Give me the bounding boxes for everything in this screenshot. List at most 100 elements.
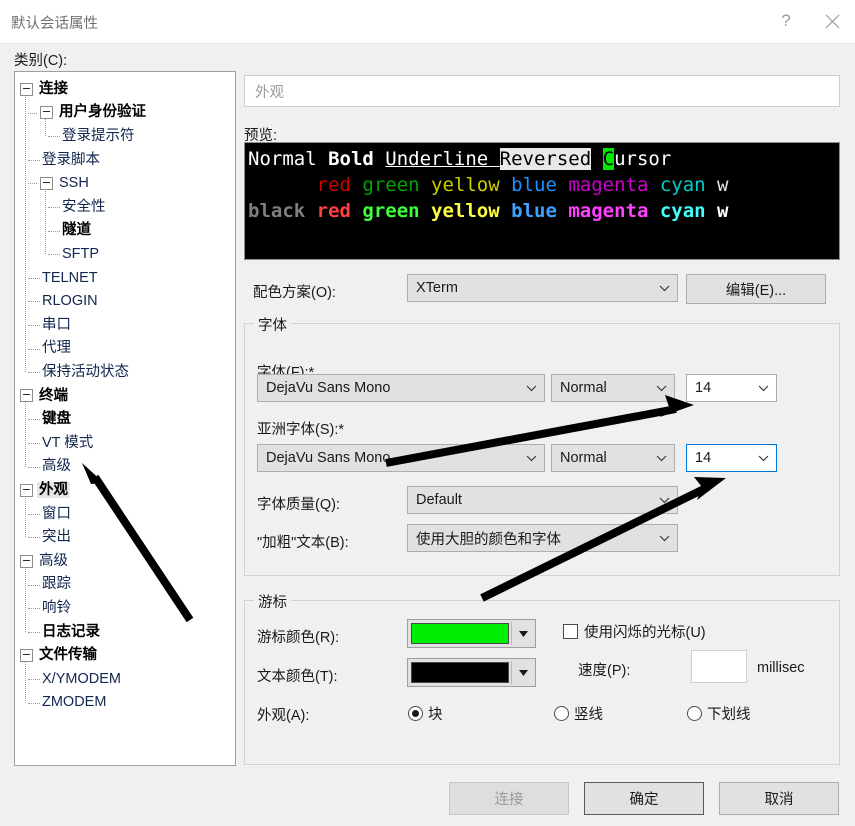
- color-scheme-label: 配色方案(O):: [253, 285, 336, 301]
- tree-item[interactable]: 终端: [20, 385, 70, 407]
- blink-cursor-label: 使用闪烁的光标(U): [584, 625, 706, 641]
- collapse-expander-icon[interactable]: [20, 554, 33, 568]
- edit-scheme-button[interactable]: 编辑(E)...: [686, 274, 826, 304]
- tree-item[interactable]: 用户身份验证: [40, 102, 148, 124]
- color-scheme-value: XTerm: [416, 280, 458, 296]
- tree-item[interactable]: 登录提示符: [60, 125, 137, 147]
- tree-item[interactable]: 隧道: [60, 220, 93, 242]
- tree-connector: [28, 372, 40, 374]
- chevron-down-icon: [518, 455, 544, 462]
- cursor-color-picker[interactable]: [407, 619, 536, 648]
- tree-item[interactable]: 外观: [20, 479, 70, 501]
- chevron-down-icon: [651, 497, 677, 504]
- tree-item[interactable]: 保持活动状态: [40, 361, 131, 383]
- tree-item[interactable]: 键盘: [40, 408, 73, 430]
- tree-item-label: 登录脚本: [42, 151, 100, 168]
- font-quality-label: 字体质量(Q):: [257, 497, 340, 513]
- collapse-expander-icon[interactable]: [20, 82, 33, 96]
- preview-text-segment: w: [717, 174, 729, 196]
- font-quality-value: Default: [416, 492, 462, 508]
- cursor-shape-block-radio[interactable]: 块: [408, 703, 443, 724]
- tree-item[interactable]: RLOGIN: [40, 290, 100, 312]
- collapse-expander-icon[interactable]: [20, 483, 33, 497]
- tree-item[interactable]: 跟踪: [40, 574, 73, 596]
- tree-connector: [45, 189, 46, 255]
- tree-item[interactable]: 代理: [40, 338, 73, 360]
- tree-item-label: 高级: [42, 458, 71, 475]
- font-quality-select[interactable]: Default: [407, 486, 678, 514]
- preview-text-segment: green: [362, 174, 432, 196]
- category-tree[interactable]: 连接 用户身份验证登录提示符登录脚本 SSH 安全性 隧道 SFTP TELNET RLOGI…: [14, 71, 236, 766]
- close-icon: [825, 14, 839, 28]
- tree-item-label: SFTP: [62, 245, 100, 262]
- tree-item[interactable]: 登录脚本: [40, 149, 102, 171]
- tree-item-label: 窗口: [42, 505, 71, 522]
- font-size-select[interactable]: 14: [686, 374, 777, 402]
- tree-item[interactable]: 高级: [40, 456, 73, 478]
- collapse-expander-icon[interactable]: [20, 648, 33, 662]
- collapse-expander-icon[interactable]: [40, 176, 53, 190]
- blink-speed-input[interactable]: [691, 650, 747, 683]
- tree-item[interactable]: X/YMODEM: [40, 668, 123, 690]
- tree-item[interactable]: SFTP: [60, 243, 101, 265]
- tree-item[interactable]: VT 模式: [40, 432, 95, 454]
- tree-item[interactable]: ZMODEM: [40, 692, 108, 714]
- connect-button[interactable]: 连接: [449, 782, 569, 815]
- tree-item[interactable]: SSH: [40, 172, 91, 194]
- tree-item[interactable]: 突出: [40, 526, 73, 548]
- radio-box: [687, 706, 702, 721]
- tree-item[interactable]: 连接: [20, 78, 70, 100]
- asian-font-family-select[interactable]: DejaVu Sans Mono: [257, 444, 545, 472]
- tree-item[interactable]: 安全性: [60, 196, 108, 218]
- tree-connector: [28, 702, 40, 704]
- tree-connector: [28, 183, 37, 185]
- blink-cursor-checkbox[interactable]: 使用闪烁的光标(U): [563, 621, 706, 642]
- preview-text-segment: red: [316, 174, 363, 196]
- tree-item[interactable]: 响铃: [40, 597, 73, 619]
- tree-connector: [25, 95, 26, 373]
- tree-connector: [28, 443, 40, 444]
- tree-item[interactable]: 高级: [20, 550, 70, 572]
- asian-font-style-select[interactable]: Normal: [551, 444, 675, 472]
- chevron-down-icon: [648, 455, 674, 462]
- cursor-shape-underline-label: 下划线: [707, 707, 751, 723]
- tree-item-label: 登录提示符: [62, 127, 135, 144]
- tree-item-label: 文件传输: [39, 647, 97, 664]
- collapse-expander-icon[interactable]: [20, 389, 33, 403]
- font-family-select[interactable]: DejaVu Sans Mono: [257, 374, 545, 402]
- preview-text-segment: C: [602, 148, 615, 170]
- tree-item-label: 串口: [42, 316, 71, 333]
- help-button[interactable]: ?: [763, 0, 809, 42]
- tree-connector: [28, 537, 40, 539]
- font-family-value: DejaVu Sans Mono: [266, 380, 391, 396]
- text-color-picker[interactable]: [407, 658, 536, 687]
- tree-connector: [45, 118, 46, 137]
- checkbox-box: [563, 624, 578, 639]
- cursor-shape-underline-radio[interactable]: 下划线: [687, 703, 751, 724]
- category-label: 类别(C):: [14, 53, 68, 69]
- tree-connector: [28, 159, 40, 161]
- tree-item[interactable]: TELNET: [40, 267, 100, 289]
- tree-item-label: 外观: [37, 481, 70, 499]
- font-style-select[interactable]: Normal: [551, 374, 675, 402]
- bold-text-select[interactable]: 使用大胆的颜色和字体: [407, 524, 678, 552]
- tree-connector: [28, 608, 40, 610]
- tree-item[interactable]: 文件传输: [20, 644, 99, 666]
- tree-item[interactable]: 串口: [40, 314, 73, 336]
- tree-item-label: VT 模式: [42, 434, 94, 451]
- preview-text-segment: black: [248, 200, 317, 222]
- chevron-down-icon: [518, 385, 544, 392]
- cursor-shape-vline-radio[interactable]: 竖线: [554, 703, 603, 724]
- cursor-appearance-label: 外观(A):: [257, 708, 310, 724]
- preview-text-segment: [591, 148, 602, 170]
- tree-item[interactable]: 窗口: [40, 503, 73, 525]
- close-button[interactable]: [809, 0, 855, 42]
- color-scheme-select[interactable]: XTerm: [407, 274, 678, 302]
- ok-button[interactable]: 确定: [584, 782, 704, 815]
- preview-text-segment: Underline: [385, 148, 500, 170]
- tree-item[interactable]: 日志记录: [40, 621, 102, 643]
- asian-font-size-select[interactable]: 14: [686, 444, 777, 472]
- cancel-button[interactable]: 取消: [719, 782, 839, 815]
- collapse-expander-icon[interactable]: [40, 106, 53, 120]
- tree-item-label: 终端: [39, 387, 68, 404]
